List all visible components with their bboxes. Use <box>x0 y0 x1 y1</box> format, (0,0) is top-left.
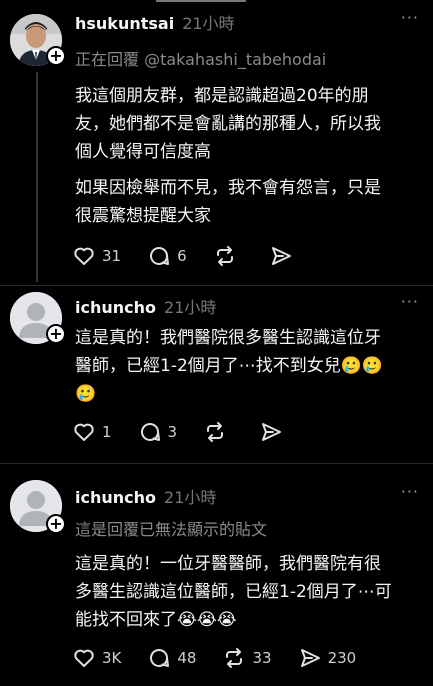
repost-button[interactable] <box>213 244 243 268</box>
heart-icon <box>74 423 94 441</box>
follow-plus-icon[interactable]: + <box>46 514 66 534</box>
share-button[interactable] <box>259 420 289 444</box>
reply-context[interactable]: 正在回覆 @takahashi_tabehodai <box>75 46 326 70</box>
comment-icon <box>150 649 170 667</box>
like-count: 1 <box>102 423 112 441</box>
username[interactable]: hsukuntsai <box>75 14 174 33</box>
timestamp: 21小時 <box>164 298 217 317</box>
heart-icon <box>74 247 94 265</box>
repost-count: 33 <box>252 649 272 667</box>
top-scroll-indicator <box>156 0 246 2</box>
post-actions: 3K 48 33 230 <box>72 646 382 670</box>
comment-icon <box>150 247 170 265</box>
post-header: ichuncho 21小時 <box>75 484 216 508</box>
timestamp: 21小時 <box>164 488 217 507</box>
repost-icon <box>216 246 233 266</box>
reply-context[interactable]: 這是回覆已無法顯示的貼文 <box>75 516 267 540</box>
post-text-paragraph-1: 我這個朋友群，都是認識超過20年的朋 友，她們都不是會亂講的那種人，所以我 個人… <box>75 86 381 162</box>
comment-count: 6 <box>177 247 187 265</box>
post-header: ichuncho 21小時 <box>75 294 216 318</box>
share-icon <box>271 247 291 265</box>
like-button[interactable]: 1 <box>72 420 112 444</box>
more-icon[interactable]: ··· <box>401 292 419 311</box>
like-count: 3K <box>102 649 122 667</box>
username[interactable]: ichuncho <box>75 488 156 507</box>
heart-icon <box>74 649 94 667</box>
post-actions: 31 6 <box>72 244 325 268</box>
repost-icon <box>207 422 224 442</box>
timestamp: 21小時 <box>182 14 235 33</box>
repost-button[interactable] <box>203 420 233 444</box>
post-text: 這是真的！我們醫院很多醫生認識這位牙 醫師，已經1-2個月了⋯找不到女兒🥲🥲 🥲 <box>75 328 384 404</box>
comment-button[interactable]: 3 <box>138 420 178 444</box>
post-text: 這是真的！一位牙醫醫師，我們醫院有很 多醫生認識這位醫師，已經1-2個月了⋯可 … <box>75 554 392 630</box>
follow-plus-icon[interactable]: + <box>46 46 66 66</box>
share-count: 230 <box>327 649 357 667</box>
more-icon[interactable]: ··· <box>401 482 419 501</box>
repost-icon <box>226 648 243 668</box>
thread-line <box>36 72 38 282</box>
like-button[interactable]: 3K <box>72 646 121 670</box>
post-text-paragraph-2: 如果因檢舉而不見，我不會有怨言，只是 很震驚想提醒大家 <box>75 178 381 226</box>
username[interactable]: ichuncho <box>75 298 156 317</box>
comment-button[interactable]: 6 <box>147 244 187 268</box>
share-icon <box>262 423 282 441</box>
repost-button[interactable]: 33 <box>222 646 272 670</box>
like-button[interactable]: 31 <box>72 244 121 268</box>
post-actions: 1 3 <box>72 420 315 444</box>
share-button[interactable] <box>269 244 299 268</box>
like-count: 31 <box>102 247 122 265</box>
follow-plus-icon[interactable]: + <box>46 324 66 344</box>
comment-count: 3 <box>167 423 178 441</box>
more-icon[interactable]: ··· <box>401 8 419 27</box>
divider <box>0 463 433 464</box>
divider <box>0 285 433 286</box>
share-button[interactable]: 230 <box>298 646 357 670</box>
comment-count: 48 <box>177 649 197 667</box>
comment-icon <box>140 423 160 441</box>
share-icon <box>300 649 320 667</box>
post-header: hsukuntsai 21小時 <box>75 10 235 34</box>
comment-button[interactable]: 48 <box>147 646 196 670</box>
